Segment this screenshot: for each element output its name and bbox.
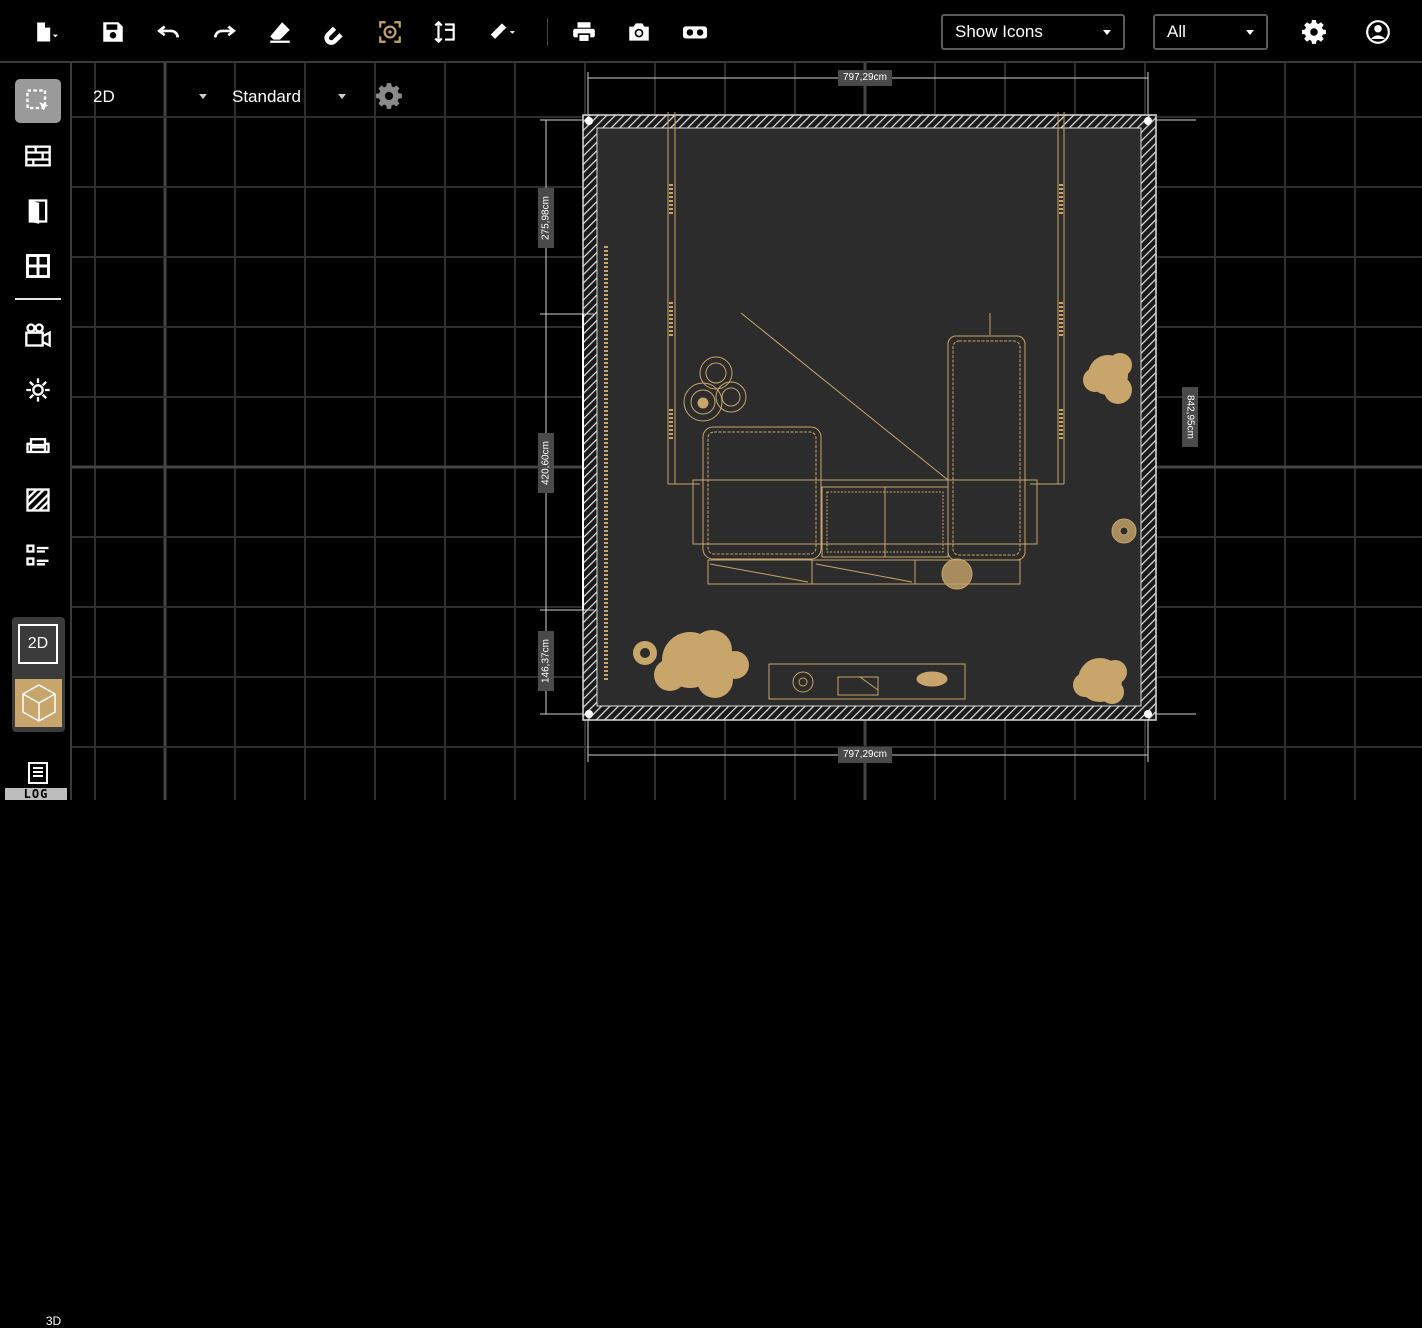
settings-gear-icon	[1301, 19, 1326, 44]
light-tool-icon	[26, 378, 50, 402]
chevron-down-icon	[1246, 30, 1254, 35]
focus-button[interactable]	[372, 14, 408, 50]
user-account-button[interactable]	[1360, 14, 1396, 50]
furniture-tool-icon	[26, 438, 50, 454]
undo-icon	[157, 25, 180, 38]
new-file-button[interactable]	[27, 14, 63, 50]
floor-hatch-tool-button[interactable]	[15, 478, 61, 522]
chevron-down-icon	[199, 94, 207, 99]
window-tool-icon	[26, 254, 50, 278]
layers-list-icon	[26, 544, 49, 566]
save-button[interactable]	[95, 14, 131, 50]
eraser-icon	[270, 22, 290, 43]
camera-tool-icon	[25, 323, 51, 348]
dimension-label-right: 842,95cm	[1182, 387, 1198, 447]
magnet-button[interactable]	[316, 14, 352, 50]
wall-tool-icon	[25, 145, 51, 167]
print-button[interactable]	[566, 14, 602, 50]
render-style-select[interactable]: Standard	[232, 86, 347, 108]
ruler-icon	[490, 23, 515, 39]
chevron-down-icon	[338, 94, 346, 99]
window-tool-button[interactable]	[15, 244, 61, 288]
vr-headset-icon	[682, 26, 708, 39]
undo-button[interactable]	[151, 14, 187, 50]
filter-dropdown-label: All	[1167, 22, 1186, 41]
dimension-label-top: 797,29cm	[838, 70, 892, 86]
dimension-label-left-bottom: 146,37cm	[538, 631, 554, 691]
camera-tool-button[interactable]	[15, 313, 61, 357]
furniture-tool-button[interactable]	[15, 423, 61, 467]
top-toolbar: Show Icons All	[0, 0, 1422, 63]
camera-icon	[629, 23, 649, 41]
mode-3d-label: 3D	[45, 1314, 62, 1328]
floorplan-drawing[interactable]	[72, 63, 1422, 800]
eraser-button[interactable]	[262, 14, 298, 50]
filter-dropdown[interactable]: All	[1153, 14, 1268, 50]
print-icon	[573, 22, 595, 43]
mode-2d-button[interactable]: 2D	[18, 624, 58, 664]
room[interactable]	[582, 114, 1157, 721]
mode-3d-button[interactable]: 3D	[15, 679, 62, 1328]
settings-button[interactable]	[1296, 14, 1332, 50]
view-mode-select[interactable]: 2D	[93, 86, 208, 108]
height-tool-icon	[434, 20, 455, 44]
magnet-icon	[324, 26, 343, 45]
display-dropdown[interactable]: Show Icons	[941, 14, 1125, 50]
new-file-icon	[37, 22, 58, 42]
dimension-label-bottom: 797,29cm	[838, 747, 892, 763]
redo-button[interactable]	[206, 14, 242, 50]
sidebar-divider	[15, 298, 61, 300]
save-icon	[103, 22, 123, 42]
vr-button[interactable]	[677, 14, 713, 50]
cube-3d-icon	[21, 684, 56, 722]
chevron-down-icon	[1103, 30, 1111, 35]
view-settings-gear-icon[interactable]	[375, 82, 403, 110]
layers-list-button[interactable]	[15, 533, 61, 577]
wall-tool-button[interactable]	[15, 134, 61, 178]
height-tool-button[interactable]	[427, 14, 463, 50]
focus-target-icon	[379, 21, 401, 43]
select-tool-icon	[26, 89, 49, 111]
render-style-label: Standard	[232, 87, 301, 106]
redo-icon	[213, 25, 236, 38]
mode-2d-label: 2D	[27, 635, 49, 652]
floorplan-canvas[interactable]	[72, 63, 1422, 800]
left-tool-sidebar: 2D 3D LOG	[0, 63, 72, 1328]
dimension-label-left-mid: 420,60cm	[538, 433, 554, 493]
dimension-label-left-top: 275,98cm	[538, 188, 554, 248]
light-tool-button[interactable]	[15, 368, 61, 412]
toolbar-separator	[547, 18, 548, 46]
floor-hatch-tool-icon	[26, 488, 50, 512]
view-mode-label: 2D	[93, 87, 115, 106]
door-tool-button[interactable]	[15, 189, 61, 233]
select-tool-button[interactable]	[15, 79, 61, 123]
user-account-icon	[1366, 20, 1390, 44]
screenshot-button[interactable]	[621, 14, 657, 50]
ruler-button[interactable]	[484, 14, 520, 50]
log-document-icon	[28, 762, 48, 784]
display-dropdown-label: Show Icons	[955, 22, 1043, 41]
log-label: LOG	[5, 788, 67, 800]
door-tool-icon	[28, 199, 48, 224]
